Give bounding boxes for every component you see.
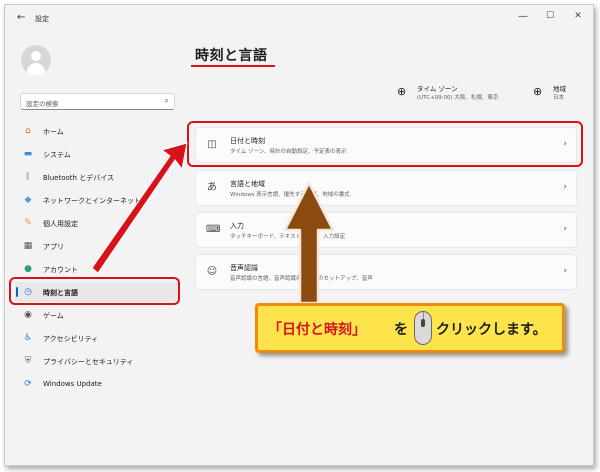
red-arrow-icon [91,142,188,274]
instruction-callout: 「日付と時刻」 を クリックします。 [255,303,565,353]
brown-arrow-icon [283,181,335,305]
settings-window: ← 設定 — ☐ ✕ 設定の検索 ⌕ ⌂ ホーム ▬ システム ᛒ Blueto… [4,4,594,466]
mouse-icon [414,311,432,345]
callout-target-text: 「日付と時刻」 [268,322,366,338]
annotation-arrows [91,142,335,305]
mouse-wheel-icon [421,319,425,327]
callout-particle-text: を [394,322,408,338]
callout-action-text: クリックします。 [436,322,547,338]
